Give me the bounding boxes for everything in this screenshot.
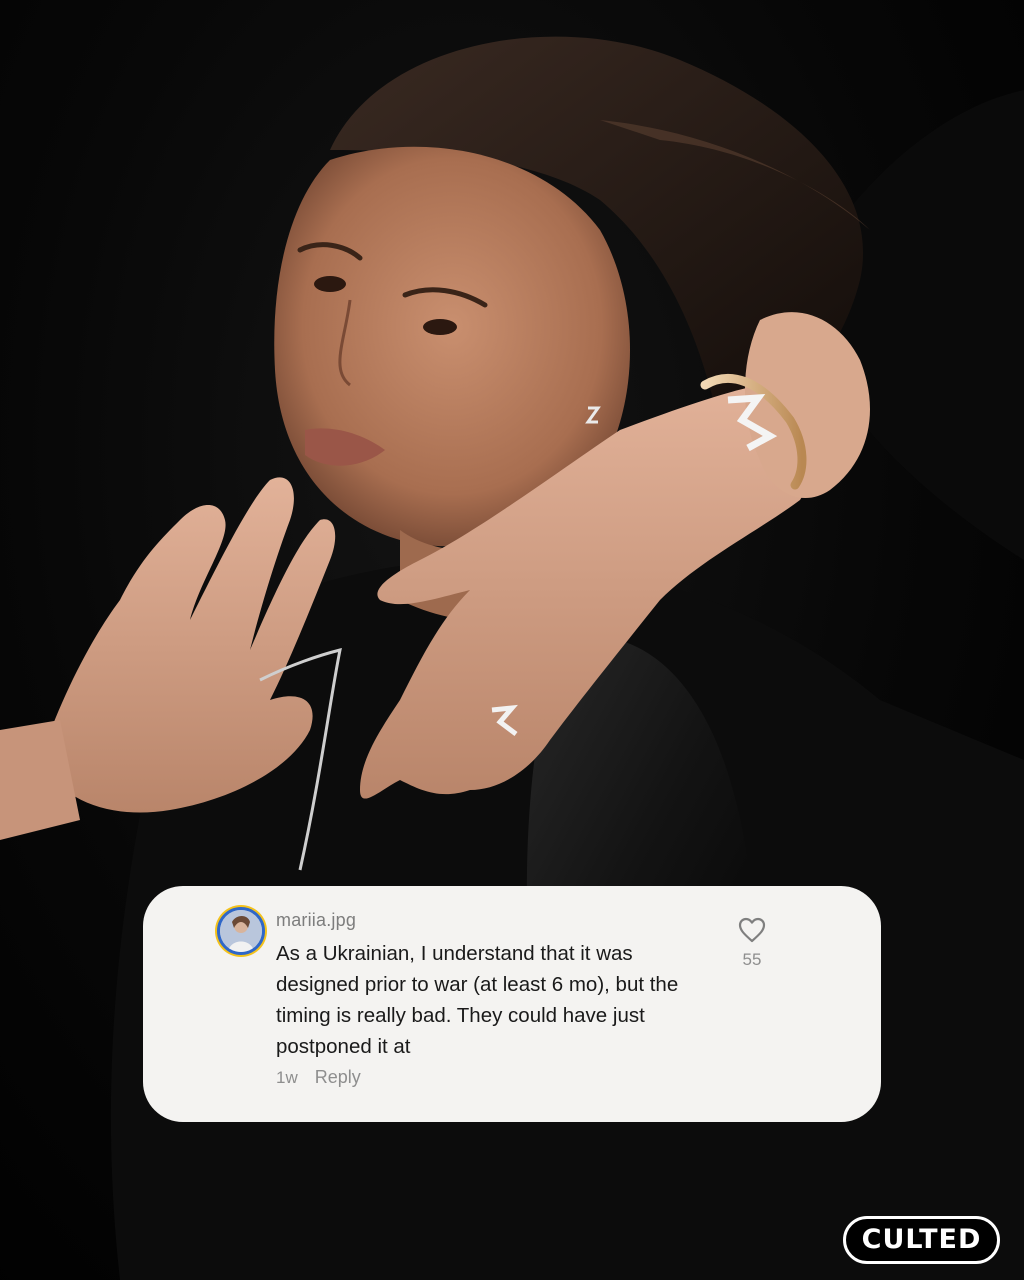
like-count: 55 bbox=[742, 950, 762, 969]
like-button[interactable]: 55 bbox=[735, 917, 769, 971]
comment-username[interactable]: mariia.jpg bbox=[276, 910, 356, 931]
post-image: mariia.jpg As a Ukrainian, I understand … bbox=[0, 0, 1024, 1280]
brand-logo: CULTED bbox=[843, 1216, 1000, 1264]
comment-card: mariia.jpg As a Ukrainian, I understand … bbox=[143, 886, 881, 1122]
avatar-image bbox=[220, 910, 262, 952]
comment-meta: 1w Reply bbox=[276, 1067, 361, 1088]
comment-timestamp: 1w bbox=[276, 1068, 298, 1087]
heart-outline-icon bbox=[738, 917, 766, 943]
comment-body: As a Ukrainian, I understand that it was… bbox=[276, 942, 679, 1058]
reply-button[interactable]: Reply bbox=[315, 1067, 361, 1087]
avatar[interactable] bbox=[217, 907, 265, 955]
